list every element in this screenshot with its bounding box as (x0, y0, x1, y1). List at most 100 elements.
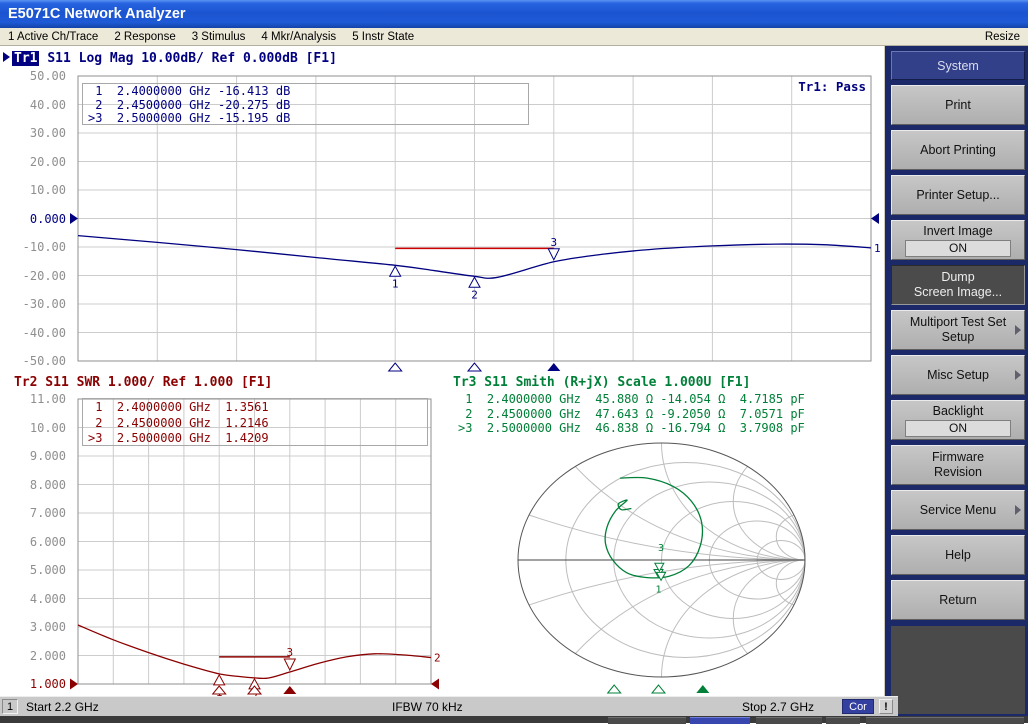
softkey-label: Dump (941, 270, 974, 285)
softkey-help[interactable]: Help (891, 535, 1025, 575)
tr3-markers-row-3: >3 2.5000000 GHz 46.838 Ω -16.794 Ω 3.79… (458, 421, 805, 436)
tr2-ref-arrow-left[interactable] (70, 679, 78, 690)
softkey-dump-screen-image[interactable]: DumpScreen Image... (891, 265, 1025, 305)
tr1-ylabels-3: 20.00 (0, 155, 66, 169)
softkey-label: Service Menu (920, 503, 996, 518)
tr2-markers-row-1: 1 2.4000000 GHz 1.3561 (88, 400, 427, 416)
start-frequency[interactable]: Start 2.2 GHz (26, 699, 99, 715)
tr2-ylabels-8: 3.000 (0, 620, 66, 634)
tr1-ylabels-7: -20.00 (0, 269, 66, 283)
tr1-marker-2[interactable] (469, 277, 480, 287)
tr1-markers-row-2: 2 2.4500000 GHz -20.275 dB (88, 99, 528, 113)
tr2-ylabels-7: 4.000 (0, 592, 66, 606)
menu-item-2[interactable]: 2 Response (114, 31, 175, 43)
tr1-tag: Tr1 (12, 51, 39, 66)
tr1-ylabels-4: 10.00 (0, 183, 66, 197)
menu-items: 1 Active Ch/Trace 2 Response 3 Stimulus 4 M… (0, 31, 414, 43)
softkey-label: Misc Setup (927, 368, 989, 383)
menu-item-4[interactable]: 4 Mkr/Analysis (261, 31, 336, 43)
svg-text:3: 3 (550, 236, 557, 249)
status-bar: 1 Start 2.2 GHz IFBW 70 kHz Stop 2.7 GHz… (0, 696, 898, 716)
tr2-markers-row-2: 2 2.4500000 GHz 1.2146 (88, 416, 427, 432)
softkey-print[interactable]: Print (891, 85, 1025, 125)
tr2-marker-1[interactable] (214, 675, 225, 685)
svg-text:1: 1 (392, 277, 399, 290)
tr2-marker-table: 1 2.4000000 GHz 1.3561 2 2.4500000 GHz 1… (82, 398, 428, 446)
softkey-empty-area (891, 626, 1025, 714)
svg-text:2: 2 (471, 288, 478, 301)
tr3-markers-row-2: 2 2.4500000 GHz 47.643 Ω -9.2050 Ω 7.057… (458, 407, 805, 422)
channel-indicator: 1 (2, 699, 18, 714)
tr3-title[interactable]: Tr3 S11 Smith (R+jX) Scale 1.000U [F1] (453, 375, 750, 390)
tr1-ref-arrow-right[interactable] (871, 213, 879, 224)
softkey-label: Screen Image... (914, 285, 1002, 300)
softkey-label: Multiport Test Set (910, 315, 1006, 330)
softkey-label: Return (939, 593, 977, 608)
softkey-invert-image[interactable]: Invert ImageON (891, 220, 1025, 260)
menu-item-1[interactable]: 1 Active Ch/Trace (8, 31, 98, 43)
svg-text:3: 3 (286, 646, 293, 659)
tr3-stimulus-marker-3[interactable] (696, 685, 709, 693)
tr2-stimulus-marker-3[interactable] (283, 686, 296, 694)
tr1-marker-table: 1 2.4000000 GHz -16.413 dB 2 2.4500000 G… (82, 83, 529, 125)
tr1-ylabels-0: 50.00 (0, 69, 66, 83)
tr1-marker-3[interactable] (548, 249, 559, 260)
softkey-label: Revision (934, 465, 982, 480)
softkey-label: Firmware (932, 450, 984, 465)
softkey-multiport-test-set-setup[interactable]: Multiport Test SetSetup (891, 310, 1025, 350)
tr1-stimulus-marker-2[interactable] (468, 363, 481, 371)
correction-badge: Cor (842, 699, 874, 714)
softkey-misc-setup[interactable]: Misc Setup (891, 355, 1025, 395)
tr1-stimulus-marker-1[interactable] (389, 363, 402, 371)
tr2-title[interactable]: Tr2 S11 SWR 1.000/ Ref 1.000 [F1] (14, 375, 272, 390)
tr1-marker-1[interactable] (390, 266, 401, 276)
tr2-ylabels-5: 6.000 (0, 535, 66, 549)
tr2-marker-3[interactable] (284, 659, 295, 670)
softkey-printer-setup[interactable]: Printer Setup... (891, 175, 1025, 215)
softkey-state: ON (905, 240, 1011, 257)
svg-text:1: 1 (655, 584, 661, 595)
active-trace-arrow-icon (3, 52, 10, 62)
tr3-stimulus-marker-1[interactable] (608, 685, 621, 693)
tr3-stimulus-marker-2[interactable] (652, 685, 665, 693)
tr1-markers-row-3: >3 2.5000000 GHz -15.195 dB (88, 112, 528, 126)
softkey-label: Backlight (933, 404, 984, 419)
tr2-ylabels-0: 11.00 (0, 392, 66, 406)
tr1-stimulus-marker-3[interactable] (547, 363, 560, 371)
softkey-menu-title: System (891, 51, 1025, 80)
softkey-menu: System Print Abort Printing Printer Setup.… (884, 46, 1028, 716)
menu-item-3[interactable]: 3 Stimulus (192, 31, 246, 43)
softkey-service-menu[interactable]: Service Menu (891, 490, 1025, 530)
tr3-trace (605, 477, 702, 577)
resize-button[interactable]: Resize (985, 31, 1020, 43)
svg-text:3: 3 (658, 543, 664, 554)
softkey-abort-printing[interactable]: Abort Printing (891, 130, 1025, 170)
tr2-ylabels-4: 7.000 (0, 506, 66, 520)
softkey-label: Setup (942, 330, 975, 345)
softkey-backlight[interactable]: BacklightON (891, 400, 1025, 440)
tr3-marker-table: 1 2.4000000 GHz 45.880 Ω -14.054 Ω 4.718… (453, 391, 805, 436)
menu-item-5[interactable]: 5 Instr State (352, 31, 414, 43)
tr1-format: S11 Log Mag 10.00dB/ Ref 0.000dB [F1] (47, 51, 337, 66)
softkey-state: ON (905, 420, 1011, 437)
ifbw-value[interactable]: IFBW 70 kHz (392, 699, 463, 715)
tr2-ylabels-3: 8.000 (0, 478, 66, 492)
tr2-markers-row-3: >3 2.5000000 GHz 1.4209 (88, 431, 427, 447)
softkey-return[interactable]: Return (891, 580, 1025, 620)
warning-badge: ! (879, 699, 893, 714)
title-bar: E5071C Network Analyzer (0, 0, 1028, 28)
tr2-stimulus-marker-1[interactable] (213, 686, 226, 694)
menu-bar: 1 Active Ch/Trace 2 Response 3 Stimulus 4 M… (0, 28, 1028, 46)
tr2-ylabels-6: 5.000 (0, 563, 66, 577)
softkey-label: Printer Setup... (916, 188, 999, 203)
tr1-title[interactable]: Tr1 S11 Log Mag 10.00dB/ Ref 0.000dB [F1… (3, 51, 337, 66)
tr3-markers-row-1: 1 2.4000000 GHz 45.880 Ω -14.054 Ω 4.718… (458, 392, 805, 407)
tr1-ref-arrow-left[interactable] (70, 213, 78, 224)
tr2-ylabels-1: 10.00 (0, 421, 66, 435)
stop-frequency[interactable]: Stop 2.7 GHz (742, 699, 814, 715)
tr1-ylabels-8: -30.00 (0, 297, 66, 311)
tr1-ylabels-9: -40.00 (0, 326, 66, 340)
softkey-firmware-revision[interactable]: FirmwareRevision (891, 445, 1025, 485)
submenu-arrow-icon (1015, 505, 1021, 515)
tr1-ylabels-5: 0.000 (0, 212, 66, 226)
